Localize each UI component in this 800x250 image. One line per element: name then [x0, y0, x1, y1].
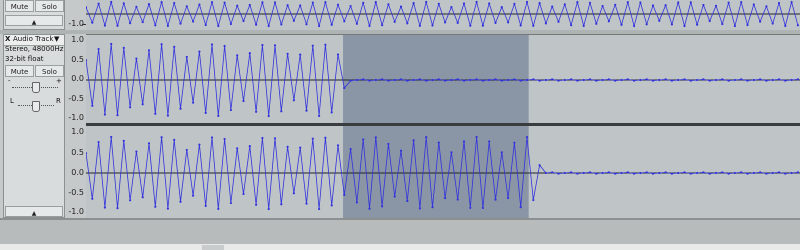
gain-slider-thumb[interactable]: [32, 82, 40, 93]
track-rate: Stereo, 48000Hz: [5, 45, 64, 53]
pan-slider-thumb[interactable]: [32, 101, 40, 112]
mute-button[interactable]: Mute: [5, 0, 34, 12]
collapse-button[interactable]: ▲: [5, 206, 63, 217]
gain-plus-label: +: [56, 77, 62, 85]
collapse-icon: ▲: [31, 19, 37, 26]
pan-left-label: L: [10, 97, 14, 105]
mute-button[interactable]: Mute: [5, 65, 34, 77]
waveform-left: [86, 35, 800, 124]
empty-track-area[interactable]: [0, 220, 800, 244]
horizontal-scrollbar[interactable]: [0, 244, 800, 250]
collapse-button[interactable]: ▲: [5, 15, 63, 26]
tick-label: 0.5: [71, 148, 84, 157]
gain-minus-label: -: [8, 77, 11, 85]
waveform-right: [86, 126, 800, 218]
close-track-icon[interactable]: X: [5, 35, 10, 44]
tick-label: 1.0: [71, 127, 84, 136]
previous-track-waveform[interactable]: [86, 0, 800, 30]
left-channel-waveform[interactable]: [86, 34, 800, 124]
left-channel-ruler: 1.0 0.5 0.0 -0.5 -1.0: [66, 34, 86, 123]
tick-label: 0.0: [71, 168, 84, 177]
tick-label: 1.0: [71, 35, 84, 44]
track-control-panel: X Audio Track ▼ Stereo, 48000Hz 32-bit f…: [3, 34, 65, 218]
right-channel-ruler: 1.0 0.5 0.0 -0.5 -1.0: [66, 126, 86, 218]
solo-button[interactable]: Solo: [35, 0, 64, 12]
track-menu-icon[interactable]: ▼: [54, 35, 59, 44]
tick-label: -1.0: [68, 207, 84, 216]
tick-label: 0.5: [71, 55, 84, 64]
tick-label: -0.5: [68, 94, 84, 103]
scrollbar-thumb[interactable]: [202, 245, 224, 250]
tick-label: -0.5: [68, 188, 84, 197]
previous-track-controls: Mute Solo ▲: [3, 0, 65, 30]
tick-label: -1.0: [68, 113, 84, 122]
pan-right-label: R: [56, 97, 61, 105]
collapse-icon: ▲: [31, 210, 37, 217]
track-format: 32-bit float: [5, 55, 44, 63]
waveform-top: [86, 0, 800, 28]
previous-track-ruler: -1.0: [66, 0, 86, 30]
right-channel-waveform[interactable]: [86, 126, 800, 218]
solo-button[interactable]: Solo: [35, 65, 64, 77]
track-name: Audio Track: [13, 35, 54, 43]
tick-label: 0.0: [71, 74, 84, 83]
